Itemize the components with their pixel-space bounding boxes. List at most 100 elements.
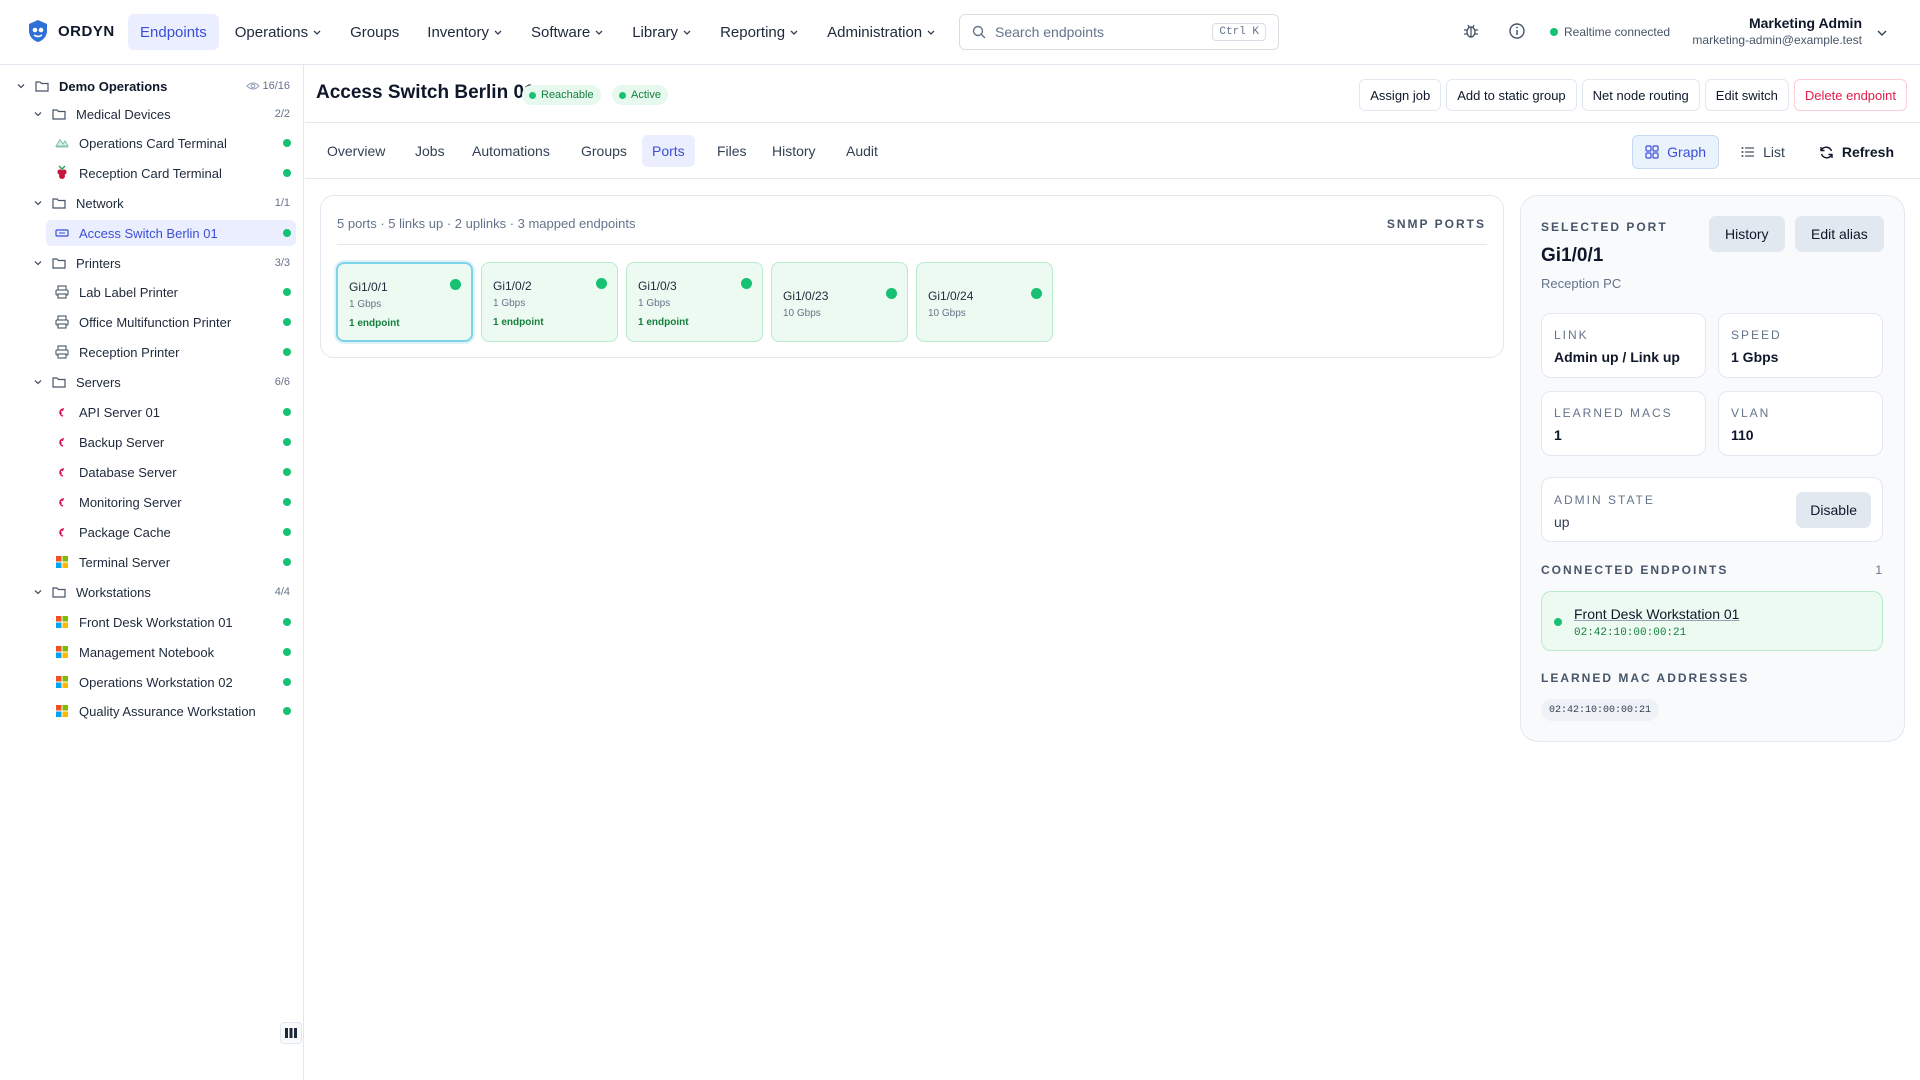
refresh-button[interactable]: Refresh [1807, 135, 1906, 169]
tree-item[interactable]: Operations Workstation 02 [0, 669, 304, 695]
endpoint-link[interactable]: Front Desk Workstation 01 [1574, 606, 1739, 622]
add-to-static-group-button[interactable]: Add to static group [1446, 79, 1577, 111]
selected-port-alias: Reception PC [1541, 276, 1622, 291]
tree-item[interactable]: Lab Label Printer [0, 279, 304, 305]
tree-item[interactable]: Monitoring Server [0, 489, 304, 515]
assign-job-button[interactable]: Assign job [1359, 79, 1442, 111]
nav-inventory[interactable]: Inventory [415, 14, 515, 50]
tree-item[interactable]: Terminal Server [0, 549, 304, 575]
port-card[interactable]: Gi1/0/24 10 Gbps [916, 262, 1053, 342]
tree-item-selected[interactable]: Access Switch Berlin 01 [0, 220, 304, 246]
printer-icon [54, 344, 70, 360]
nav-library[interactable]: Library [620, 14, 704, 50]
nav-administration[interactable]: Administration [815, 14, 948, 50]
status-dot [283, 528, 291, 536]
debian-icon [54, 434, 70, 450]
chevron-down-icon[interactable] [1876, 27, 1888, 39]
tree-group-workstations[interactable]: Workstations 4/4 [0, 579, 304, 605]
chevron-down-icon[interactable] [14, 79, 28, 93]
port-history-button[interactable]: History [1709, 216, 1785, 252]
folder-icon [51, 374, 67, 390]
tree-item[interactable]: Database Server [0, 459, 304, 485]
nav-operations[interactable]: Operations [223, 14, 334, 50]
disable-port-button[interactable]: Disable [1796, 492, 1871, 528]
tree-root[interactable]: Demo Operations 16/16 [0, 73, 304, 99]
nav-label: Groups [350, 23, 400, 41]
net-node-routing-button[interactable]: Net node routing [1581, 79, 1700, 111]
tree-item-label: Office Multifunction Printer [79, 314, 232, 330]
tab-bar: Overview Jobs Automations Groups Ports F… [305, 123, 1920, 179]
list-view-button[interactable]: List [1729, 135, 1797, 169]
chevron-down-icon [927, 30, 935, 35]
terminal-icon [54, 135, 70, 151]
nav-label: Library [632, 23, 679, 41]
port-name: Gi1/0/3 [638, 279, 677, 293]
selected-port-heading: SELECTED PORT [1541, 220, 1668, 234]
tree-item[interactable]: Operations Card Terminal [0, 130, 304, 156]
status-dot [283, 348, 291, 356]
main-nav: Endpoints Operations Groups Inventory So… [128, 14, 948, 50]
nav-label: Operations [234, 23, 309, 41]
tab-groups[interactable]: Groups [571, 135, 637, 167]
link-status-dot [450, 279, 461, 290]
tab-history[interactable]: History [762, 135, 826, 167]
tab-ports[interactable]: Ports [642, 135, 695, 167]
user-menu[interactable]: Marketing Admin marketing-admin@example.… [1692, 15, 1862, 47]
chevron-down-icon[interactable] [31, 375, 45, 389]
chevron-down-icon[interactable] [31, 196, 45, 210]
delete-endpoint-button[interactable]: Delete endpoint [1793, 79, 1907, 111]
port-card[interactable]: Gi1/0/2 1 Gbps 1 endpoint [481, 262, 618, 342]
nav-software[interactable]: Software [519, 14, 616, 50]
tree-item[interactable]: Management Notebook [0, 639, 304, 665]
chevron-down-icon[interactable] [31, 256, 45, 270]
tree-group-network[interactable]: Network 1/1 [0, 190, 304, 216]
connected-endpoint[interactable]: Front Desk Workstation 01 02:42:10:00:00… [1541, 591, 1883, 651]
status-dot [283, 229, 291, 237]
eye-icon[interactable] [246, 80, 260, 92]
tab-overview[interactable]: Overview [317, 135, 395, 167]
tab-jobs[interactable]: Jobs [405, 135, 455, 167]
tree-group-label: Medical Devices [76, 106, 171, 122]
graph-view-button[interactable]: Graph [1632, 135, 1720, 169]
port-card[interactable]: Gi1/0/3 1 Gbps 1 endpoint [626, 262, 763, 342]
chevron-down-icon[interactable] [31, 107, 45, 121]
tree-item[interactable]: Quality Assurance Workstation [0, 698, 304, 724]
sidebar-collapse-button[interactable] [280, 1022, 302, 1044]
link-status-dot [886, 288, 897, 299]
snmp-ports-panel: 5 ports · 5 links up · 2 uplinks · 3 map… [320, 195, 1504, 358]
tree-group-medical-devices[interactable]: Medical Devices 2/2 [0, 101, 304, 127]
port-card[interactable]: Gi1/0/23 10 Gbps [771, 262, 908, 342]
connected-endpoints-heading: CONNECTED ENDPOINTS [1541, 563, 1729, 577]
nav-endpoints[interactable]: Endpoints [128, 14, 219, 50]
windows-icon [54, 614, 70, 630]
tree-item[interactable]: Reception Card Terminal [0, 160, 304, 186]
tree-item[interactable]: Office Multifunction Printer [0, 309, 304, 335]
tab-files[interactable]: Files [707, 135, 757, 167]
nav-label: Inventory [427, 23, 489, 41]
nav-groups[interactable]: Groups [338, 14, 411, 50]
edit-switch-button[interactable]: Edit switch [1704, 79, 1789, 111]
tree-item[interactable]: API Server 01 [0, 399, 304, 425]
tree-item[interactable]: Reception Printer [0, 339, 304, 365]
debian-icon [54, 464, 70, 480]
nav-reporting[interactable]: Reporting [708, 14, 811, 50]
tree-item-label: Quality Assurance Workstation [79, 703, 256, 719]
tree-item[interactable]: Package Cache [0, 519, 304, 545]
brand[interactable]: ORDYN [27, 19, 115, 43]
tree-item[interactable]: Front Desk Workstation 01 [0, 609, 304, 635]
tree-group-printers[interactable]: Printers 3/3 [0, 250, 304, 276]
info-icon[interactable] [1508, 22, 1526, 40]
tab-automations[interactable]: Automations [462, 135, 560, 167]
bug-icon[interactable] [1462, 22, 1480, 40]
search-input[interactable]: Search endpoints Ctrl K [959, 14, 1279, 50]
learned-macs-heading: LEARNED MAC ADDRESSES [1541, 671, 1750, 685]
edit-alias-button[interactable]: Edit alias [1795, 216, 1884, 252]
tree-item[interactable]: Backup Server [0, 429, 304, 455]
status-dot [283, 498, 291, 506]
chevron-down-icon[interactable] [31, 585, 45, 599]
tab-audit[interactable]: Audit [836, 135, 888, 167]
tree-group-servers[interactable]: Servers 6/6 [0, 369, 304, 395]
printer-icon [54, 284, 70, 300]
port-card[interactable]: Gi1/0/1 1 Gbps 1 endpoint [336, 262, 473, 342]
folder-icon [51, 106, 67, 122]
